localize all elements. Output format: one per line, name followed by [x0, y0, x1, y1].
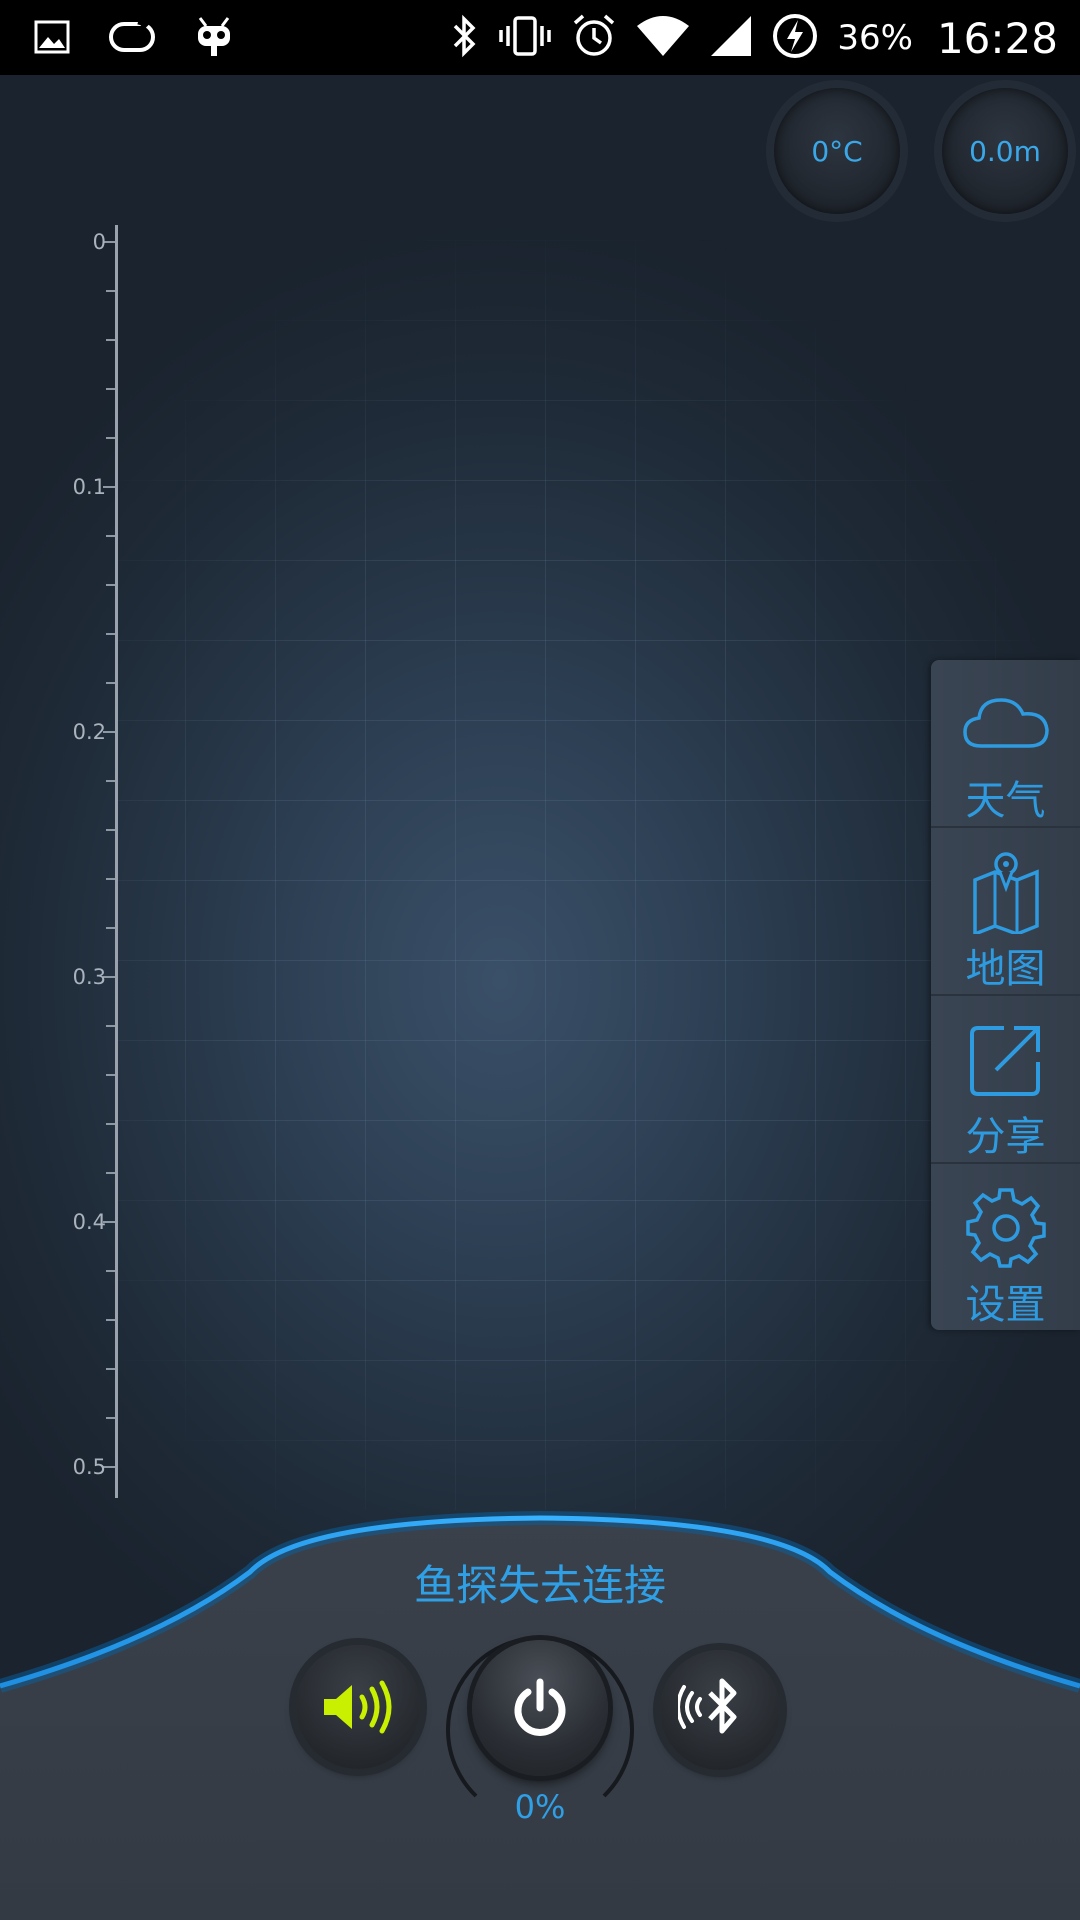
depth-minor-tick	[106, 1123, 115, 1125]
depth-label-0-1: 0.1	[72, 475, 106, 499]
sound-button[interactable]	[296, 1645, 420, 1769]
wifi-icon	[635, 14, 691, 62]
connection-status: 鱼探失去连接	[413, 1561, 666, 1610]
depth-label-0-4: 0.4	[72, 1210, 106, 1234]
depth-minor-tick	[106, 1074, 115, 1076]
menu-label-weather: 天气	[965, 778, 1046, 824]
depth-axis-line	[115, 225, 118, 1498]
depth-minor-tick	[106, 584, 115, 586]
map-icon	[971, 850, 1041, 934]
depth-minor-tick	[106, 1270, 115, 1272]
vibrate-icon	[497, 14, 553, 62]
alarm-icon	[571, 13, 617, 63]
depth-minor-tick	[106, 633, 115, 635]
depth-minor-tick	[106, 829, 115, 831]
image-icon	[34, 20, 70, 58]
status-bar: 36% 16:28	[0, 0, 1080, 75]
share-icon	[968, 1018, 1044, 1102]
signal-icon	[709, 14, 753, 62]
depth-value: 0.0m	[969, 134, 1041, 168]
depth-minor-tick	[106, 290, 115, 292]
depth-label-0: 0	[92, 230, 106, 254]
depth-minor-tick	[106, 437, 115, 439]
depth-minor-tick	[106, 878, 115, 880]
app-screen: 36% 16:28 0°C 0.0m 0 0.1 0.2 0.3 0.4 0.5…	[0, 0, 1080, 1920]
depth-minor-tick	[106, 682, 115, 684]
cloud-icon	[961, 682, 1051, 766]
speaker-icon	[324, 1680, 392, 1734]
depth-label-0-5: 0.5	[72, 1455, 106, 1479]
depth-minor-tick	[106, 1025, 115, 1027]
bluetooth-signal-icon	[678, 1678, 737, 1734]
gear-icon	[965, 1186, 1046, 1270]
depth-minor-tick	[106, 1417, 115, 1419]
battery-charging-icon	[771, 12, 819, 64]
depth-minor-tick	[106, 927, 115, 929]
menu-label-share: 分享	[965, 1114, 1046, 1160]
temperature-value: 0°C	[811, 134, 863, 168]
menu-item-share[interactable]: 分享	[931, 996, 1080, 1164]
menu-item-map[interactable]: 地图	[931, 828, 1080, 996]
cyanogen-bot-icon	[194, 16, 234, 62]
side-menu: 天气 地图 分享 设置	[931, 660, 1080, 1330]
depth-label-0-2: 0.2	[72, 720, 106, 744]
power-button[interactable]	[472, 1640, 608, 1776]
battery-percent: 36%	[837, 18, 913, 58]
depth-minor-tick	[106, 535, 115, 537]
depth-minor-tick	[106, 780, 115, 782]
sync-icon	[108, 19, 156, 58]
power-percent: 0%	[514, 1788, 566, 1826]
depth-minor-tick	[106, 1172, 115, 1174]
menu-label-map: 地图	[965, 946, 1046, 992]
menu-label-settings: 设置	[965, 1282, 1046, 1328]
depth-label-0-3: 0.3	[72, 965, 106, 989]
depth-minor-tick	[106, 1319, 115, 1321]
bluetooth-connect-button[interactable]	[660, 1650, 780, 1770]
depth-minor-tick	[106, 1368, 115, 1370]
depth-minor-tick	[106, 388, 115, 390]
menu-item-settings[interactable]: 设置	[931, 1164, 1080, 1330]
depth-minor-tick	[106, 339, 115, 341]
menu-item-weather[interactable]: 天气	[931, 660, 1080, 828]
power-icon	[514, 1678, 566, 1736]
temperature-gauge[interactable]: 0°C	[774, 88, 900, 214]
clock: 16:28	[936, 13, 1058, 63]
bluetooth-icon	[449, 14, 479, 62]
depth-gauge[interactable]: 0.0m	[942, 88, 1068, 214]
